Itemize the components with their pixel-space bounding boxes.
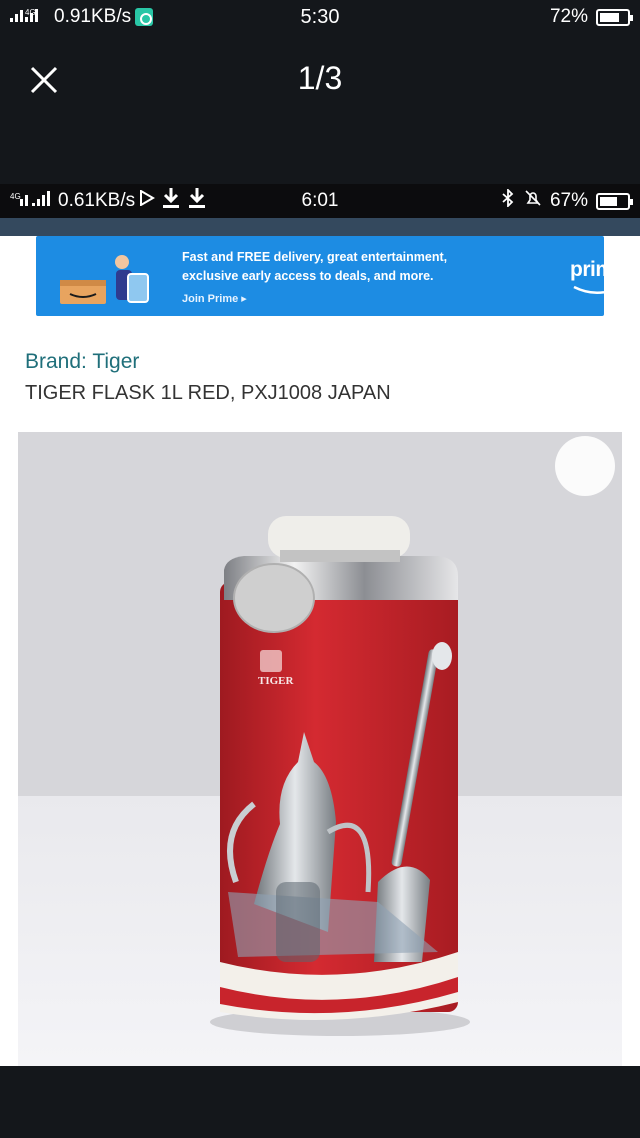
network-speed: 0.91KB/s [54,6,132,27]
viewer-toolbar: 1/3 [0,34,640,130]
viewed-screenshot[interactable]: 4G 0.61KB/s 6:01 67% Fast and FREE deliv… [0,184,640,1066]
inner-network-speed: 0.61KB/s [58,190,136,211]
inner-battery-percent: 67% [549,190,588,211]
prime-banner-line1: Fast and FREE delivery, great entertainm… [182,250,448,264]
app-notification-icon [135,8,154,26]
prime-banner[interactable]: Fast and FREE delivery, great entertainm… [36,236,604,316]
prime-illustration [60,255,149,304]
join-prime-link[interactable]: Join Prime ▸ [182,292,247,305]
play-store-icon [139,189,156,212]
outer-status-right: 72% [549,6,633,28]
inner-battery-icon [596,192,633,210]
outer-status-bar: 4G 0.91KB/s 5:30 72% [0,0,640,34]
bluetooth-icon [500,187,516,213]
outer-status-left: 4G 0.91KB/s [10,6,154,28]
product-image[interactable]: TIGER [18,432,622,1066]
download-icon [187,187,207,215]
inner-status-right: 67% [500,187,633,213]
viewer-bottom-bar [0,1066,640,1138]
prime-banner-line2: exclusive early access to deals, and mor… [182,269,434,283]
tiger-logo: TIGER [258,675,295,687]
prime-smile-icon [573,285,604,294]
download-icon [161,187,181,215]
signal-icon: 4G [10,6,50,28]
brand-link[interactable]: Brand: Tiger [25,350,139,374]
battery-percent: 72% [549,6,588,27]
product-title: TIGER FLASK 1L RED, PXJ1008 JAPAN [25,382,391,404]
prime-logo: prime [570,258,604,294]
battery-icon [596,8,633,26]
share-button[interactable] [555,436,615,496]
prime-logo-text: prime [570,258,604,281]
prime-banner-text: Fast and FREE delivery, great entertainm… [182,248,522,286]
inner-header-strip [0,218,640,236]
inner-status-bar: 4G 0.61KB/s 6:01 67% [0,184,640,218]
alarm-mute-icon [524,189,542,213]
inner-signal-icon: 4G [10,190,54,212]
svg-text:4G: 4G [10,192,21,201]
tiger-logo-text: TIGER [258,675,295,687]
flask-illustration: TIGER [210,516,470,1036]
page-counter: 1/3 [297,60,343,96]
